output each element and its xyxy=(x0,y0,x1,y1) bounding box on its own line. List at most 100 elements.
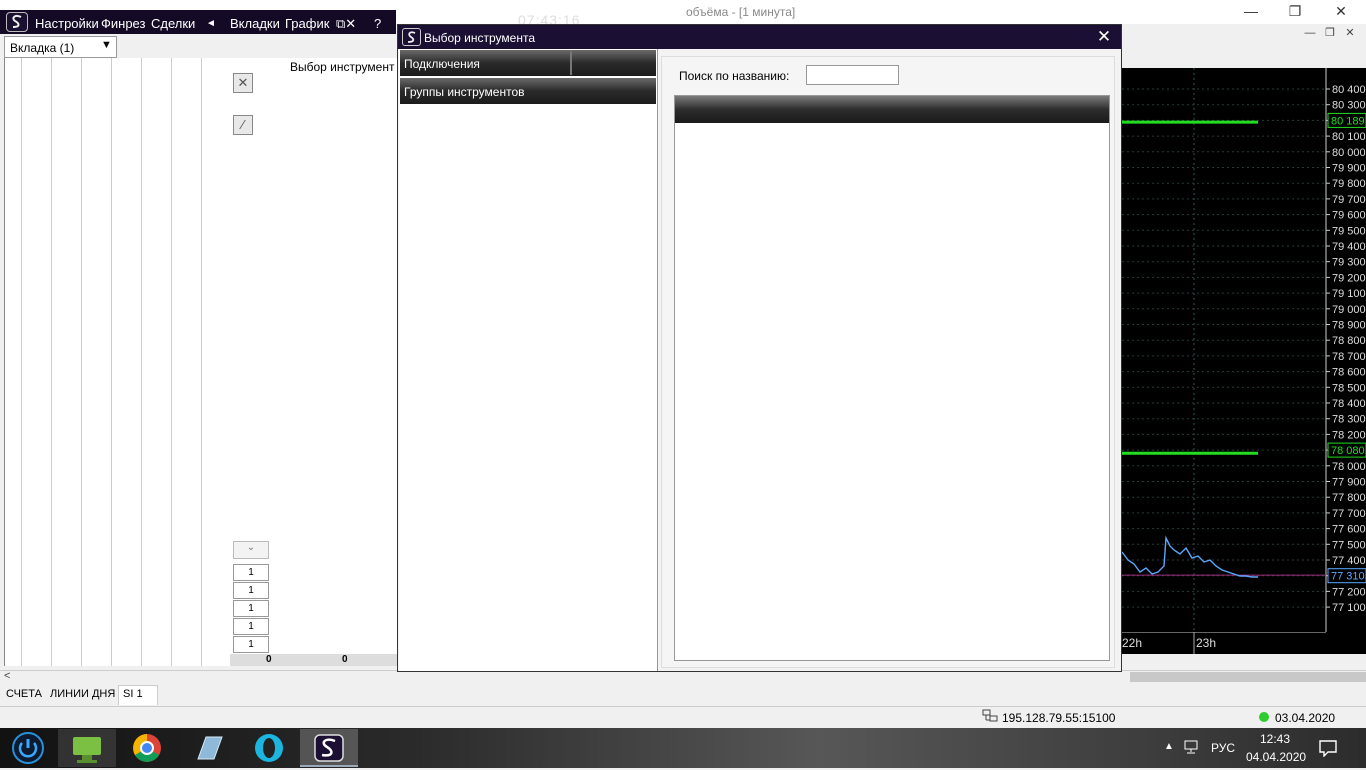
price-label: 78 080 xyxy=(1331,445,1365,457)
y-tick-label: 80 400 xyxy=(1332,84,1366,96)
taskbar-trading-app-icon[interactable] xyxy=(300,729,358,767)
y-tick-label: 77 800 xyxy=(1332,492,1366,504)
app-logo-icon xyxy=(6,12,28,32)
qty-cell[interactable]: 1 xyxy=(233,564,269,581)
totals-row: 0 0 xyxy=(230,654,398,666)
dialog-title: Выбор инструмента xyxy=(424,31,535,45)
cancel-orders-icon[interactable]: ✕ xyxy=(233,73,253,93)
menu-deals[interactable]: Сделки xyxy=(151,16,195,31)
child-minimize-button[interactable]: — xyxy=(1300,24,1320,42)
child-restore-button[interactable]: ❐ xyxy=(1320,24,1340,42)
tab-si-1[interactable]: SI 1 xyxy=(123,688,143,700)
connections-header[interactable]: Подключения xyxy=(400,50,656,76)
taskbar-notes-icon[interactable] xyxy=(180,729,238,767)
bg-minimize-button[interactable]: — xyxy=(1228,0,1274,24)
y-tick-label: 77 900 xyxy=(1332,477,1366,489)
y-tick-label: 78 500 xyxy=(1332,382,1366,394)
menu-settings[interactable]: Настройки xyxy=(35,16,99,31)
taskbar-opera-icon[interactable] xyxy=(240,729,298,767)
bg-restore-button[interactable]: ❐ xyxy=(1272,0,1318,24)
tray-language[interactable]: РУС xyxy=(1211,741,1235,755)
header-divider xyxy=(570,51,572,75)
dialog-logo-icon xyxy=(402,28,421,46)
y-tick-label: 79 800 xyxy=(1332,178,1366,190)
y-tick-label: 80 000 xyxy=(1332,147,1366,159)
menu-tabs[interactable]: Вкладки xyxy=(230,16,280,31)
tab-selector-dropdown[interactable]: Вкладка (1) ▼ xyxy=(4,36,117,58)
y-tick-label: 79 300 xyxy=(1332,257,1366,269)
y-tick-label: 79 900 xyxy=(1332,163,1366,175)
y-tick-label: 77 600 xyxy=(1332,524,1366,536)
grid-line xyxy=(51,58,52,666)
toolstrip-title: Выбор инструмент xyxy=(290,60,395,74)
y-tick-label: 77 100 xyxy=(1332,602,1366,614)
scrollbar-thumb[interactable] xyxy=(1130,672,1366,682)
search-input[interactable] xyxy=(806,65,899,85)
grid-line xyxy=(201,58,202,666)
child-window-controls: — ❐ ✕ xyxy=(1300,24,1366,42)
chart-trend-icon[interactable]: ⁄ xyxy=(233,115,253,135)
tray-date[interactable]: 04.04.2020 xyxy=(1246,750,1306,764)
menu-help[interactable]: ? xyxy=(374,16,381,31)
orders-grid[interactable] xyxy=(4,58,230,666)
total-value: 0 xyxy=(266,654,272,665)
start-button-icon[interactable] xyxy=(8,730,48,766)
qty-cell[interactable]: 1 xyxy=(233,582,269,599)
qty-select-dropdown[interactable]: ⌄ xyxy=(233,541,269,559)
status-bar xyxy=(0,706,1366,728)
y-tick-label: 79 700 xyxy=(1332,194,1366,206)
time-axis: 22h 23h xyxy=(1110,631,1366,654)
menu-back-arrow-icon[interactable]: ◄ xyxy=(206,18,216,29)
price-label: 80 189 xyxy=(1331,115,1365,127)
dialog-close-button[interactable]: ✕ xyxy=(1094,27,1114,47)
menu-detach-icon[interactable]: ⧉✕ xyxy=(336,16,356,32)
search-label: Поиск по названию: xyxy=(679,69,790,83)
qty-cell[interactable]: 1 xyxy=(233,600,269,617)
taskbar-app-desktop-icon[interactable] xyxy=(58,729,116,767)
y-tick-label: 78 600 xyxy=(1332,367,1366,379)
y-tick-label: 78 300 xyxy=(1332,414,1366,426)
instruments-list[interactable] xyxy=(674,95,1110,661)
price-label: 77 310 xyxy=(1331,571,1365,583)
y-tick-label: 79 500 xyxy=(1332,225,1366,237)
price-chart[interactable]: 80 400 80 300 80 189 80 100 80 000 79 900 79 8… xyxy=(1122,68,1366,654)
x-tick-label: 22h xyxy=(1122,636,1142,650)
menu-chart[interactable]: График xyxy=(285,16,329,31)
bottom-tab-bar xyxy=(0,684,1366,706)
y-tick-label: 80 100 xyxy=(1332,131,1366,143)
server-address: 195.128.79.55:15100 xyxy=(1002,711,1116,725)
background-window-title: объёма - [1 минута] xyxy=(686,5,796,19)
notifications-icon[interactable] xyxy=(1318,739,1338,758)
tab-selector-label: Вкладка (1) xyxy=(10,41,75,55)
y-tick-label: 78 700 xyxy=(1332,351,1366,363)
y-tick-label: 78 200 xyxy=(1332,429,1366,441)
y-tick-label: 77 700 xyxy=(1332,508,1366,520)
qty-cell[interactable]: 1 xyxy=(233,618,269,635)
groups-pane xyxy=(399,49,658,671)
grid-line xyxy=(141,58,142,666)
scroll-left-icon[interactable]: < xyxy=(4,670,10,682)
tab-day-lines[interactable]: ЛИНИИ ДНЯ xyxy=(50,688,115,700)
x-axis-svg: 22h 23h xyxy=(1110,631,1326,654)
grid-line xyxy=(81,58,82,666)
tray-time[interactable]: 12:43 xyxy=(1248,732,1302,746)
tab-accounts[interactable]: СЧЕТА xyxy=(6,688,42,700)
bg-close-button[interactable]: ✕ xyxy=(1318,0,1364,24)
y-tick-label: 77 200 xyxy=(1332,586,1366,598)
status-date: 03.04.2020 xyxy=(1275,711,1336,725)
y-tick-label: 78 000 xyxy=(1332,461,1366,473)
tray-expand-icon[interactable]: ▲ xyxy=(1164,741,1174,752)
child-close-button[interactable]: ✕ xyxy=(1340,24,1360,42)
tray-network-icon[interactable] xyxy=(1184,740,1202,754)
y-tick-label: 79 100 xyxy=(1332,288,1366,300)
y-tick-label: 80 300 xyxy=(1332,100,1366,112)
y-tick-label: 77 400 xyxy=(1332,555,1366,567)
instruments-list-header[interactable] xyxy=(675,96,1109,123)
network-connection-icon xyxy=(982,709,998,723)
menu-finrez[interactable]: Финрез xyxy=(101,16,145,31)
taskbar-chrome-icon[interactable] xyxy=(118,729,176,767)
qty-cell[interactable]: 1 xyxy=(233,636,269,653)
groups-header[interactable]: Группы инструментов xyxy=(400,78,656,104)
x-tick-label: 23h xyxy=(1196,636,1216,650)
y-tick-label: 78 800 xyxy=(1332,335,1366,347)
